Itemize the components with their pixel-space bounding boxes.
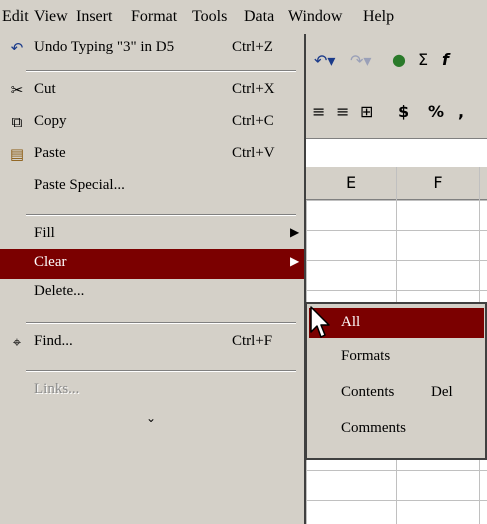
menu-item-label: Fill bbox=[34, 225, 55, 241]
double-chevron-down-icon: ⌄ bbox=[146, 411, 157, 425]
undo-toolbar-icon[interactable]: ↶▾ bbox=[314, 51, 335, 70]
menu-help[interactable]: Help bbox=[363, 8, 394, 26]
menu-separator bbox=[26, 370, 296, 372]
menu-item-shortcut: Ctrl+V bbox=[232, 145, 275, 161]
submenu-arrow-icon: ▶ bbox=[290, 254, 300, 268]
submenu-item-contents[interactable]: Contents Del bbox=[309, 378, 484, 408]
copy-icon: ⧉ bbox=[11, 113, 23, 131]
menu-item-label: Delete... bbox=[34, 283, 85, 299]
hyperlink-icon[interactable]: ● bbox=[392, 50, 406, 69]
standard-toolbar: ↶▾ ↷▾ ● Σ f bbox=[306, 42, 487, 82]
menu-item-shortcut: Ctrl+Z bbox=[232, 39, 273, 55]
menu-item-clear[interactable]: Clear ▶ bbox=[0, 249, 304, 279]
menu-view[interactable]: View bbox=[34, 8, 68, 26]
percent-button[interactable]: % bbox=[428, 102, 444, 121]
menu-item-label: Paste Special... bbox=[34, 177, 125, 193]
comma-button[interactable]: , bbox=[458, 102, 464, 121]
menu-item-label: Cut bbox=[34, 81, 56, 97]
edit-menu: ↶ Undo Typing "3" in D5 Ctrl+Z ✂ Cut Ctr… bbox=[0, 34, 306, 524]
menu-item-shortcut: Ctrl+X bbox=[232, 81, 275, 97]
submenu-item-shortcut: Del bbox=[431, 384, 453, 400]
submenu-item-label: Contents bbox=[341, 384, 395, 400]
menu-item-fill[interactable]: Fill ▶ bbox=[0, 220, 304, 250]
menu-item-label: Copy bbox=[34, 113, 67, 129]
submenu-arrow-icon: ▶ bbox=[290, 225, 300, 239]
clear-submenu: All Formats Contents Del Comments bbox=[306, 302, 487, 460]
mouse-pointer-icon bbox=[310, 306, 330, 338]
undo-icon: ↶ bbox=[10, 39, 24, 57]
submenu-item-label: All bbox=[341, 314, 361, 330]
menu-item-links: Links... bbox=[0, 376, 304, 406]
menu-item-undo[interactable]: ↶ Undo Typing "3" in D5 Ctrl+Z bbox=[0, 34, 304, 64]
submenu-item-label: Comments bbox=[341, 420, 407, 436]
menu-item-label: Find... bbox=[34, 333, 73, 349]
menu-item-shortcut: Ctrl+F bbox=[232, 333, 273, 349]
menu-separator bbox=[26, 70, 296, 72]
formula-bar[interactable] bbox=[306, 138, 487, 167]
align-right-icon[interactable]: ≡ bbox=[336, 102, 349, 121]
column-header-e[interactable]: E bbox=[306, 167, 397, 199]
redo-toolbar-icon[interactable]: ↷▾ bbox=[350, 51, 371, 70]
formatting-toolbar: ≡ ≡ ⊞ $ % , bbox=[306, 92, 487, 134]
submenu-item-formats[interactable]: Formats bbox=[309, 342, 484, 372]
binoculars-icon: ⌖ bbox=[12, 333, 22, 351]
menu-expand[interactable]: ⌄ bbox=[0, 408, 304, 432]
menu-separator bbox=[26, 214, 296, 216]
merge-center-icon[interactable]: ⊞ bbox=[360, 102, 373, 121]
currency-button[interactable]: $ bbox=[398, 102, 409, 121]
menu-item-find[interactable]: ⌖ Find... Ctrl+F bbox=[0, 328, 304, 358]
menu-format[interactable]: Format bbox=[131, 8, 177, 26]
menu-item-label: Clear bbox=[34, 254, 67, 270]
paste-icon: ▤ bbox=[9, 145, 25, 163]
align-center-icon[interactable]: ≡ bbox=[312, 102, 325, 121]
menu-item-label: Links... bbox=[34, 381, 80, 397]
menu-bar: Edit View Insert Format Tools Data Windo… bbox=[0, 0, 487, 34]
menu-insert[interactable]: Insert bbox=[76, 8, 112, 26]
menu-item-label: Paste bbox=[34, 145, 66, 161]
menu-data[interactable]: Data bbox=[244, 8, 274, 26]
autosum-icon[interactable]: Σ bbox=[418, 50, 428, 69]
menu-item-paste[interactable]: ▤ Paste Ctrl+V bbox=[0, 140, 304, 170]
scissors-icon: ✂ bbox=[10, 81, 24, 99]
menu-window[interactable]: Window bbox=[288, 8, 342, 26]
submenu-item-label: Formats bbox=[341, 348, 391, 364]
menu-item-copy[interactable]: ⧉ Copy Ctrl+C bbox=[0, 108, 304, 138]
menu-item-shortcut: Ctrl+C bbox=[232, 113, 274, 129]
submenu-item-all[interactable]: All bbox=[309, 308, 484, 338]
menu-item-paste-special[interactable]: Paste Special... bbox=[0, 172, 304, 202]
menu-edit[interactable]: Edit bbox=[2, 8, 29, 26]
submenu-item-comments[interactable]: Comments bbox=[309, 414, 484, 444]
menu-item-delete[interactable]: Delete... bbox=[0, 278, 304, 308]
menu-item-label: Undo Typing "3" in D5 bbox=[34, 39, 175, 55]
function-wizard-icon[interactable]: f bbox=[442, 50, 449, 69]
menu-item-cut[interactable]: ✂ Cut Ctrl+X bbox=[0, 76, 304, 106]
menu-separator bbox=[26, 322, 296, 324]
column-header-f[interactable]: F bbox=[397, 167, 480, 199]
menu-tools[interactable]: Tools bbox=[192, 8, 227, 26]
